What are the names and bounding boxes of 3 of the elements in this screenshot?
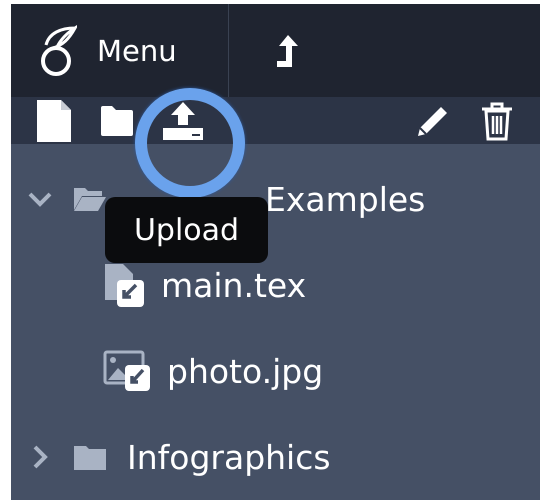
folder-row[interactable]: Infographics — [11, 414, 540, 500]
upload-tooltip: Upload — [105, 197, 268, 263]
file-row[interactable]: photo.jpg — [11, 328, 540, 414]
